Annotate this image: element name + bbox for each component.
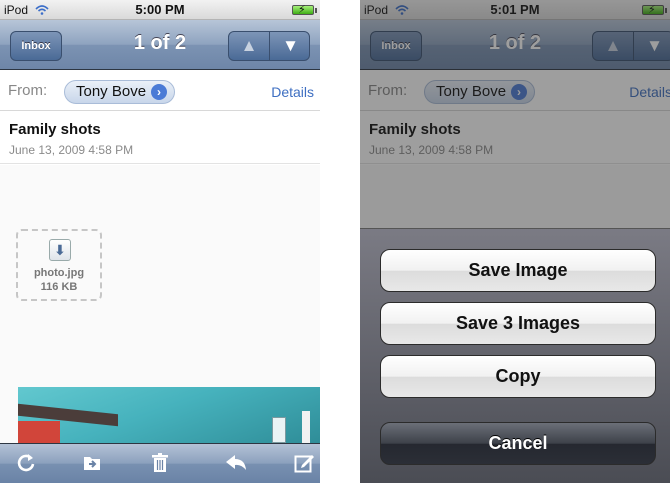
- sender-name: Tony Bove: [76, 83, 147, 100]
- photo-detail: [18, 421, 60, 443]
- message-body: ⬇ photo.jpg 116 KB: [0, 165, 320, 443]
- action-sheet: Save Image Save 3 Images Copy Cancel: [360, 228, 670, 483]
- next-message-down-arrow-icon[interactable]: ▼: [270, 32, 309, 60]
- subject-header: Family shots June 13, 2009 4:58 PM: [0, 112, 320, 164]
- message-date: June 13, 2009 4:58 PM: [9, 143, 134, 157]
- reply-icon[interactable]: [224, 452, 248, 476]
- cancel-button[interactable]: Cancel: [380, 422, 656, 465]
- photo-detail: [272, 417, 286, 443]
- message-position-title: 1 of 2: [133, 32, 187, 54]
- copy-button[interactable]: Copy: [380, 355, 656, 398]
- status-bar: iPod 5:00 PM ⚡: [0, 0, 320, 20]
- message-subject: Family shots: [9, 121, 101, 138]
- navigation-bar: Inbox 1 of 2 ▲ ▼: [0, 20, 320, 70]
- previous-message-up-arrow-icon[interactable]: ▲: [229, 32, 270, 60]
- save-all-images-button[interactable]: Save 3 Images: [380, 302, 656, 345]
- inline-photo[interactable]: [18, 387, 320, 443]
- download-arrow-icon: ⬇: [49, 239, 71, 261]
- right-phone-screen: iPod 5:01 PM ⚡ Inbox 1 of 2 ▲ ▼ From: To…: [360, 0, 670, 483]
- message-nav-segmented-control: ▲ ▼: [228, 31, 310, 61]
- details-link[interactable]: Details: [271, 84, 314, 100]
- battery-icon: ⚡: [292, 4, 317, 16]
- attachment-placeholder[interactable]: ⬇ photo.jpg 116 KB: [16, 229, 102, 301]
- chevron-right-icon: ›: [151, 84, 168, 100]
- save-image-button[interactable]: Save Image: [380, 249, 656, 292]
- trash-icon[interactable]: [148, 452, 172, 476]
- sender-chip[interactable]: Tony Bove ›: [64, 80, 176, 104]
- bottom-toolbar: [0, 443, 320, 483]
- from-header: From: Tony Bove › Details: [0, 71, 320, 111]
- left-phone-screen: iPod 5:00 PM ⚡ Inbox 1 of 2 ▲ ▼ From: To…: [0, 0, 320, 483]
- from-label: From:: [8, 82, 48, 99]
- inbox-back-button[interactable]: Inbox: [10, 31, 62, 61]
- compose-icon[interactable]: [292, 452, 316, 476]
- refresh-icon[interactable]: [14, 452, 38, 476]
- move-folder-icon[interactable]: [80, 452, 104, 476]
- attachment-filename: photo.jpg: [33, 267, 85, 279]
- clock: 5:00 PM: [135, 2, 185, 17]
- attachment-size: 116 KB: [40, 281, 78, 293]
- photo-detail: [302, 411, 310, 443]
